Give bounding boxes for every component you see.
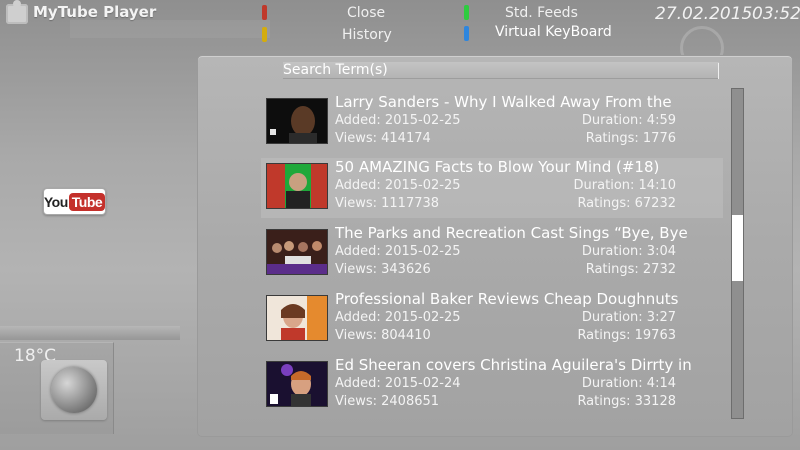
video-added: Added: 2015-02-24 <box>335 376 461 391</box>
video-thumbnail <box>266 295 328 341</box>
video-duration: Duration: 3:04 <box>581 244 676 259</box>
youtube-logo-tube: Tube <box>68 192 106 211</box>
video-duration: Duration: 14:10 <box>573 178 676 193</box>
list-item[interactable]: The Parks and Recreation Cast Sings “Bye… <box>261 224 723 284</box>
green-key-icon <box>464 5 469 20</box>
video-ratings: Ratings: 1776 <box>585 131 676 146</box>
scrollbar-thumb[interactable] <box>732 215 743 281</box>
history-button[interactable]: History <box>342 27 392 43</box>
virtual-keyboard-button[interactable]: Virtual KeyBoard <box>495 24 612 40</box>
list-item[interactable]: Ed Sheeran covers Christina Aguilera's D… <box>261 356 723 416</box>
video-views: Views: 804410 <box>335 328 431 343</box>
video-views: Views: 414174 <box>335 131 431 146</box>
time-display: 03:52 <box>752 4 800 24</box>
video-ratings: Ratings: 19763 <box>577 328 676 343</box>
date-display: 27.02.2015 <box>655 4 753 24</box>
weather-icon-frame <box>41 360 107 420</box>
video-title: Larry Sanders - Why I Walked Away From t… <box>335 93 672 111</box>
video-title: 50 AMAZING Facts to Blow Your Mind (#18) <box>335 158 660 176</box>
video-ratings: Ratings: 2732 <box>585 262 676 277</box>
video-added: Added: 2015-02-25 <box>335 178 461 193</box>
video-views: Views: 1117738 <box>335 196 440 211</box>
video-added: Added: 2015-02-25 <box>335 310 461 325</box>
video-added: Added: 2015-02-25 <box>335 113 461 128</box>
search-input[interactable]: Search Term(s) <box>283 62 719 79</box>
video-thumbnail <box>266 98 328 144</box>
scrollbar[interactable] <box>731 88 744 419</box>
video-thumbnail <box>266 163 328 209</box>
video-duration: Duration: 3:27 <box>581 310 676 325</box>
list-item[interactable]: Larry Sanders - Why I Walked Away From t… <box>261 93 723 153</box>
red-key-icon <box>262 5 267 20</box>
std-feeds-button[interactable]: Std. Feeds <box>505 5 578 21</box>
video-title: Professional Baker Reviews Cheap Doughnu… <box>335 290 679 308</box>
header-shadow <box>70 20 270 38</box>
video-duration: Duration: 4:14 <box>581 376 676 391</box>
left-divider <box>0 326 180 340</box>
video-views: Views: 343626 <box>335 262 431 277</box>
video-duration: Duration: 4:59 <box>581 113 676 128</box>
yellow-key-icon <box>262 27 267 42</box>
video-title: Ed Sheeran covers Christina Aguilera's D… <box>335 356 692 374</box>
search-caret <box>718 63 719 79</box>
video-ratings: Ratings: 67232 <box>577 196 676 211</box>
video-ratings: Ratings: 33128 <box>577 394 676 409</box>
video-title: The Parks and Recreation Cast Sings “Bye… <box>335 224 688 242</box>
moon-icon <box>51 367 97 413</box>
video-thumbnail <box>266 361 328 407</box>
youtube-logo: You Tube <box>43 188 106 215</box>
app-title: MyTube Player <box>33 3 157 21</box>
blue-key-icon <box>464 26 469 41</box>
close-button[interactable]: Close <box>347 5 385 21</box>
video-thumbnail <box>266 229 328 275</box>
plugin-icon <box>6 0 28 24</box>
youtube-logo-you: You <box>43 193 68 210</box>
list-item[interactable]: 50 AMAZING Facts to Blow Your Mind (#18)… <box>261 158 723 218</box>
video-views: Views: 2408651 <box>335 394 440 409</box>
video-added: Added: 2015-02-25 <box>335 244 461 259</box>
list-item[interactable]: Professional Baker Reviews Cheap Doughnu… <box>261 290 723 350</box>
